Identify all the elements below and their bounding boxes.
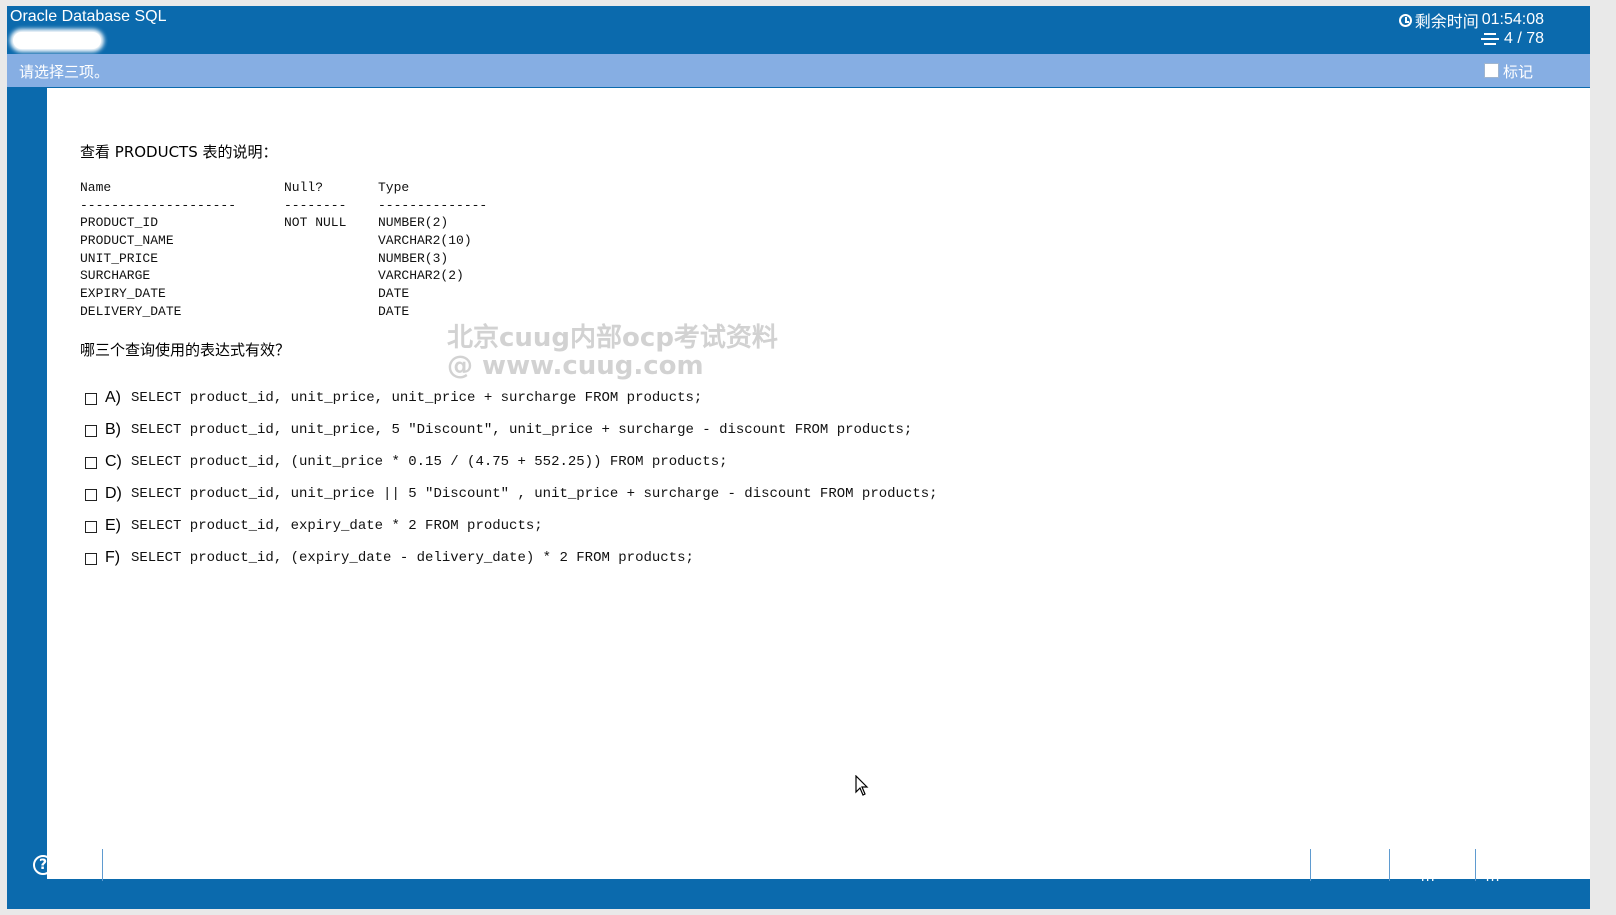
review-button[interactable]: ✓ 复查: [1310, 849, 1389, 881]
left-strip: [25, 88, 47, 879]
mouse-cursor-icon: [855, 775, 869, 796]
previous-button[interactable]: ← 上一页: [1389, 845, 1475, 890]
column-name: SURCHARGE: [80, 268, 151, 284]
question-list-icon[interactable]: [1480, 32, 1499, 46]
column-name: PRODUCT_NAME: [80, 233, 174, 249]
column-type: NUMBER(2): [378, 215, 449, 231]
option-f[interactable]: F) SELECT product_id, (expiry_date - del…: [85, 542, 938, 574]
option-checkbox[interactable]: [85, 457, 97, 469]
option-code[interactable]: SELECT product_id, unit_price, unit_pric…: [131, 390, 702, 406]
option-checkbox[interactable]: [85, 425, 97, 437]
option-label[interactable]: A): [105, 389, 131, 407]
question-counter-text: 4 / 78: [1503, 30, 1544, 47]
help-label: 帮助: [59, 857, 93, 878]
column-type: NUMBER(3): [378, 250, 449, 266]
answer-options: A) SELECT product_id, unit_price, unit_p…: [85, 382, 938, 574]
table-row: DELIVERY_DATE DATE: [80, 304, 409, 322]
option-code[interactable]: SELECT product_id, unit_price || 5 "Disc…: [131, 486, 938, 502]
clock-icon: [1398, 13, 1412, 27]
question-area: 查看 PRODUCTS 表的说明： Name Null? Type ------…: [47, 88, 1565, 879]
timer-value: 01:54:08: [1481, 11, 1544, 28]
app-title: Oracle Database SQL: [10, 8, 167, 25]
table-row: PRODUCT_NAME VARCHAR2(10): [80, 233, 472, 251]
column-name: UNIT_PRICE: [80, 250, 159, 266]
column-type: VARCHAR2(2): [378, 268, 464, 284]
table-header: Type: [378, 180, 410, 195]
mark-label[interactable]: 标记: [1503, 61, 1533, 82]
exam-window: Oracle Database SQL 剩余时间 01:54:08 4 / 78…: [7, 6, 1590, 909]
column-name: DELIVERY_DATE: [80, 303, 182, 319]
option-code[interactable]: SELECT product_id, (unit_price * 0.15 / …: [131, 454, 728, 470]
table-row: SURCHARGE VARCHAR2(2): [80, 268, 464, 286]
watermark-line-2: @ www.cuug.com: [447, 351, 704, 381]
question-intro-text: 查看 PRODUCTS 表的说明：: [80, 143, 278, 161]
question-counter: 4 / 78: [1480, 30, 1544, 48]
option-checkbox[interactable]: [85, 489, 97, 501]
help-icon: ?: [33, 855, 53, 875]
table-separator: --------------------: [80, 197, 237, 213]
mark-checkbox[interactable]: [1484, 63, 1499, 78]
column-null: NOT NULL: [284, 215, 347, 231]
option-a[interactable]: A) SELECT product_id, unit_price, unit_p…: [85, 382, 938, 414]
table-row: PRODUCT_ID NOT NULL NUMBER(2): [80, 215, 448, 233]
option-d[interactable]: D) SELECT product_id, unit_price || 5 "D…: [85, 478, 938, 510]
help-button[interactable]: ? 帮助: [27, 849, 103, 881]
option-code[interactable]: SELECT product_id, expiry_date * 2 FROM …: [131, 518, 543, 534]
watermark-line-1: 北京cuug内部ocp考试资料: [447, 323, 778, 353]
check-icon: ✓: [1319, 854, 1335, 876]
option-code[interactable]: SELECT product_id, unit_price, 5 "Discou…: [131, 422, 912, 438]
column-name: EXPIRY_DATE: [80, 286, 166, 302]
option-label[interactable]: F): [105, 549, 131, 567]
bottom-border: [7, 881, 1590, 909]
option-label[interactable]: B): [105, 421, 131, 439]
option-c[interactable]: C) SELECT product_id, (unit_price * 0.15…: [85, 446, 938, 478]
column-type: DATE: [378, 286, 410, 302]
table-separator: --------------: [378, 197, 488, 213]
table-header: Null?: [284, 180, 324, 195]
option-b[interactable]: B) SELECT product_id, unit_price, 5 "Dis…: [85, 414, 938, 446]
option-label[interactable]: E): [105, 517, 131, 535]
content-panel: 查看 PRODUCTS 表的说明： Name Null? Type ------…: [25, 88, 1590, 879]
column-name: PRODUCT_ID: [80, 215, 159, 231]
timer: 剩余时间 01:54:08: [1398, 8, 1544, 32]
column-type: DATE: [378, 303, 410, 319]
arrow-left-icon: ←: [1398, 854, 1414, 876]
question-intro: 查看 PRODUCTS 表的说明：: [80, 141, 278, 162]
option-checkbox[interactable]: [85, 553, 97, 565]
instruction-text: 请选择三项。: [19, 63, 110, 81]
redacted-candidate-name: [13, 32, 101, 49]
option-checkbox[interactable]: [85, 521, 97, 533]
table-separator: --------: [284, 197, 347, 213]
describe-table: Name Null? Type -------------------- ---…: [80, 180, 487, 322]
next-button[interactable]: 下一页 →: [1475, 845, 1561, 890]
footer-bar: ? 帮助 ✓ 复查 ← 上一页 下一页 →: [7, 845, 1590, 890]
option-e[interactable]: E) SELECT product_id, expiry_date * 2 FR…: [85, 510, 938, 542]
question-prompt: 哪三个查询使用的表达式有效？: [80, 341, 291, 359]
watermark: 北京cuug内部ocp考试资料 @ www.cuug.com: [447, 324, 778, 380]
option-label[interactable]: D): [105, 485, 131, 503]
option-label[interactable]: C): [105, 453, 131, 471]
review-label: 复查: [1340, 857, 1375, 878]
option-checkbox[interactable]: [85, 393, 97, 405]
table-header: Name: [80, 180, 112, 195]
table-header-row: Name Null? Type: [80, 180, 409, 198]
table-separator-row: -------------------- -------- ----------…: [80, 198, 487, 216]
arrow-right-icon: →: [1537, 854, 1553, 876]
option-code[interactable]: SELECT product_id, (expiry_date - delive…: [131, 550, 694, 566]
table-row: UNIT_PRICE NUMBER(3): [80, 250, 448, 269]
header: Oracle Database SQL 剩余时间 01:54:08 4 / 78: [7, 6, 1590, 54]
instruction-bar: 请选择三项。 标记: [7, 54, 1590, 87]
timer-label: 剩余时间: [1414, 14, 1479, 31]
table-row: EXPIRY_DATE DATE: [80, 286, 409, 304]
column-type: VARCHAR2(10): [378, 233, 472, 249]
